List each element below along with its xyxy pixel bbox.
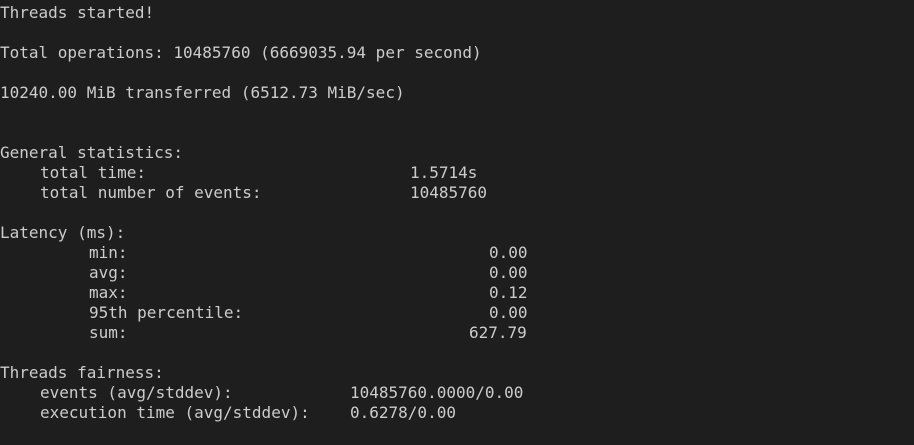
latency-p95-value: 0.00 [489,303,528,322]
threads-fairness-header: Threads fairness: [0,363,164,382]
latency-max-label: max: [89,283,128,302]
latency-avg-value: 0.00 [489,263,528,282]
latency-sum-value: 627.79 [469,323,527,342]
total-operations-line: Total operations: 10485760 (6669035.94 p… [0,43,482,62]
fairness-exec-label: execution time (avg/stddev): [40,403,310,422]
total-events-label: total number of events: [40,183,262,202]
latency-header: Latency (ms): [0,223,126,242]
latency-min-label: min: [89,243,128,262]
terminal-window[interactable]: Threads started! Total operations: 10485… [0,0,914,445]
general-statistics-header: General statistics: [0,143,184,162]
latency-p95-label: 95th percentile: [89,303,244,322]
total-events-value: 10485760 [410,183,488,202]
total-time-value: 1.5714s [410,163,478,182]
transferred-line: 10240.00 MiB transferred (6512.73 MiB/se… [0,83,405,102]
fairness-events-value: 10485760.0000/0.00 [350,383,524,402]
fairness-exec-value: 0.6278/0.00 [350,403,456,422]
latency-max-value: 0.12 [489,283,528,302]
threads-started-line: Threads started! [0,3,155,22]
latency-min-value: 0.00 [489,243,528,262]
total-time-label: total time: [40,163,146,182]
latency-sum-label: sum: [89,323,128,342]
latency-avg-label: avg: [89,263,128,282]
fairness-events-label: events (avg/stddev): [40,383,233,402]
